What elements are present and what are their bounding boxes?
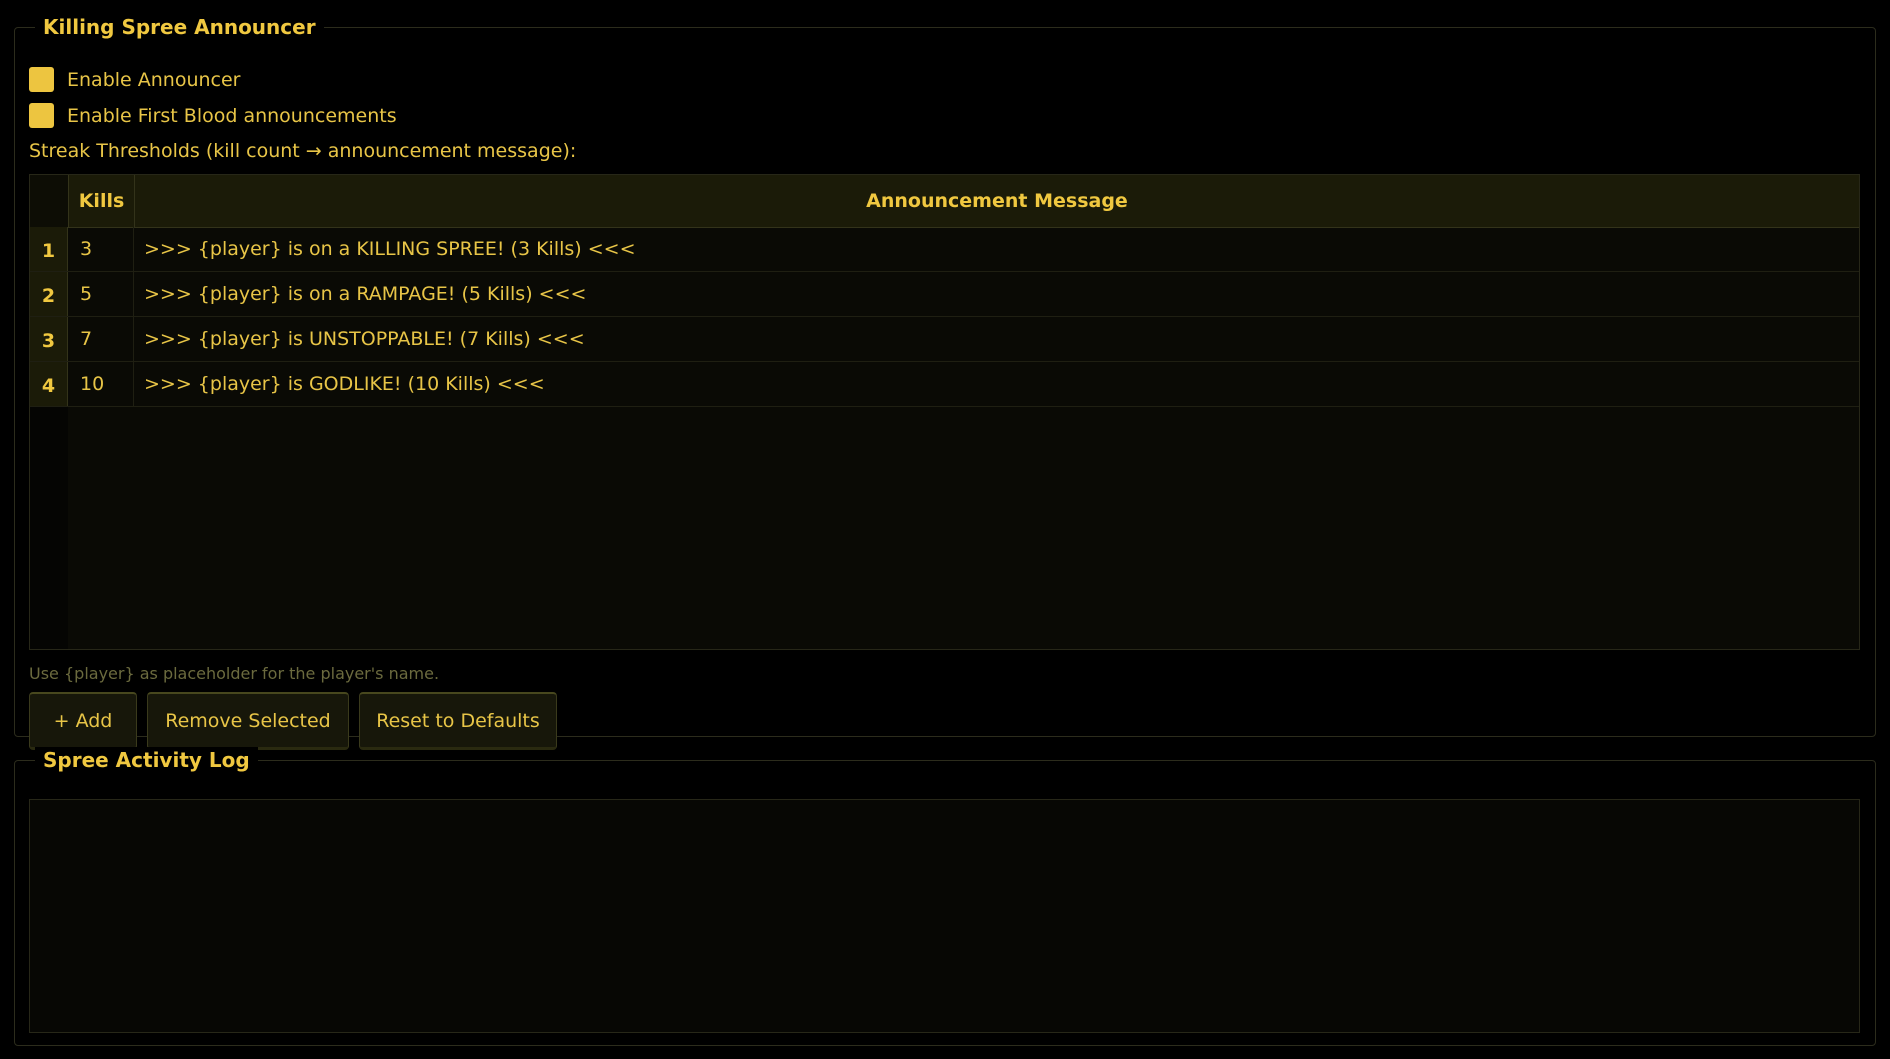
message-cell[interactable]: >>> {player} is UNSTOPPABLE! (7 Kills) <… [134, 317, 1859, 361]
message-cell[interactable]: >>> {player} is on a RAMPAGE! (5 Kills) … [134, 272, 1859, 316]
spree-activity-log-group: Spree Activity Log [14, 747, 1876, 1046]
enable-firstblood-row[interactable]: Enable First Blood announcements [29, 103, 397, 128]
table-row[interactable]: 2 5 >>> {player} is on a RAMPAGE! (5 Kil… [30, 272, 1859, 317]
message-cell[interactable]: >>> {player} is on a KILLING SPREE! (3 K… [134, 227, 1859, 271]
row-number[interactable]: 1 [30, 227, 68, 271]
streak-thresholds-table[interactable]: Kills Announcement Message 1 3 >>> {play… [29, 174, 1860, 650]
enable-announcer-row[interactable]: Enable Announcer [29, 67, 241, 92]
kills-cell[interactable]: 7 [68, 317, 134, 361]
reset-to-defaults-button[interactable]: Reset to Defaults [359, 692, 557, 750]
row-number[interactable]: 2 [30, 272, 68, 316]
remove-selected-button[interactable]: Remove Selected [147, 692, 349, 750]
enable-firstblood-label[interactable]: Enable First Blood announcements [67, 105, 397, 127]
row-number[interactable]: 4 [30, 362, 68, 406]
table-row[interactable]: 4 10 >>> {player} is GODLIKE! (10 Kills)… [30, 362, 1859, 407]
kills-cell[interactable]: 5 [68, 272, 134, 316]
table-row[interactable]: 3 7 >>> {player} is UNSTOPPABLE! (7 Kill… [30, 317, 1859, 362]
table-header: Kills Announcement Message [30, 175, 1859, 228]
killing-spree-announcer-group: Killing Spree Announcer Enable Announcer… [14, 14, 1876, 750]
table-corner-button[interactable] [30, 175, 69, 227]
column-header-kills[interactable]: Kills [69, 175, 135, 227]
kills-cell[interactable]: 10 [68, 362, 134, 406]
streak-thresholds-label: Streak Thresholds (kill count → announce… [29, 140, 577, 162]
message-cell[interactable]: >>> {player} is GODLIKE! (10 Kills) <<< [134, 362, 1859, 406]
log-group-title: Spree Activity Log [35, 747, 258, 773]
announcer-group-title: Killing Spree Announcer [35, 14, 324, 40]
enable-announcer-checkbox[interactable] [29, 67, 54, 92]
kills-cell[interactable]: 3 [68, 227, 134, 271]
table-row[interactable]: 1 3 >>> {player} is on a KILLING SPREE! … [30, 227, 1859, 272]
activity-log-textarea[interactable] [29, 799, 1860, 1033]
placeholder-hint: Use {player} as placeholder for the play… [29, 664, 440, 683]
enable-firstblood-checkbox[interactable] [29, 103, 54, 128]
column-header-message[interactable]: Announcement Message [135, 175, 1859, 227]
add-button[interactable]: + Add [29, 692, 137, 750]
enable-announcer-label[interactable]: Enable Announcer [67, 69, 241, 91]
row-number[interactable]: 3 [30, 317, 68, 361]
